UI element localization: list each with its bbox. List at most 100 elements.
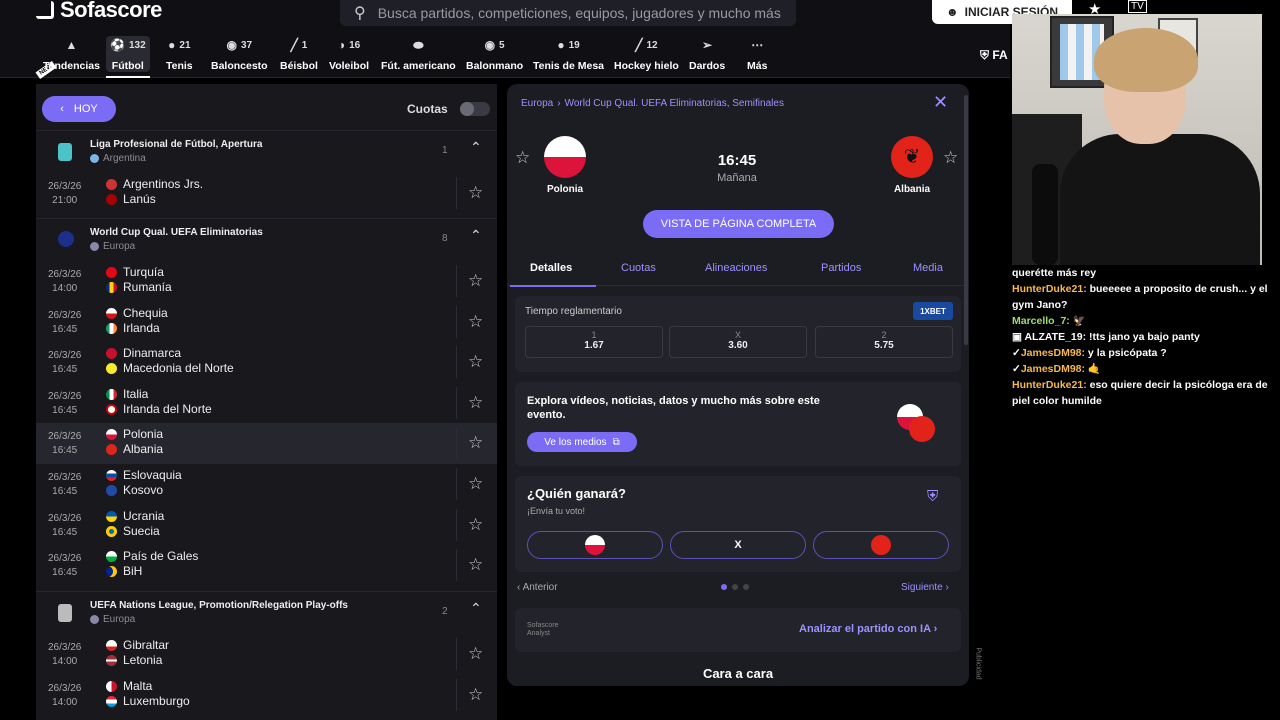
sport-dardos[interactable]: ➢ Dardos [689, 36, 725, 72]
odds-toggle-label: Cuotas [407, 102, 448, 116]
sport-hockey-hielo[interactable]: ╱ 12 Hockey hielo [614, 36, 679, 72]
pager-dot[interactable] [721, 584, 727, 590]
event-row[interactable]: 26/3/26 16:45 Ucrania Suecia ☆ [36, 505, 497, 546]
vote-home-button[interactable] [527, 531, 663, 559]
star-icon[interactable]: ☆ [468, 474, 483, 494]
albania-crest-icon[interactable]: ❦ [891, 136, 933, 178]
away-team: Rumanía [123, 280, 172, 294]
today-button[interactable]: ‹ HOY [42, 96, 116, 122]
star-icon[interactable]: ☆ [468, 644, 483, 664]
event-row[interactable]: 26/3/26 16:45 País de Gales BiH ☆ [36, 545, 497, 586]
event-row[interactable]: 26/3/26 16:45 Chequia Irlanda ☆ [36, 302, 497, 343]
odds-toggle[interactable] [460, 102, 490, 116]
team-crest-icon [106, 179, 117, 190]
vote-away-button[interactable] [813, 531, 949, 559]
odds-home[interactable]: 1 1.67 [525, 326, 663, 358]
next-button[interactable]: Siguiente › [901, 582, 949, 593]
pager-dot[interactable] [732, 584, 738, 590]
event-row[interactable]: 26/3/26 14:00 Gibraltar Letonia ☆ [36, 634, 497, 675]
full-page-button[interactable]: VISTA DE PÁGINA COMPLETA [643, 210, 834, 238]
sport-beisbol[interactable]: ╱ 1 Béisbol [280, 36, 318, 72]
sport-count: 21 [179, 39, 191, 51]
star-icon[interactable]: ☆ [468, 515, 483, 535]
tab-partidos[interactable]: Partidos [821, 262, 861, 274]
table-tennis-icon: ● [557, 38, 565, 52]
star-icon[interactable]: ☆ [515, 148, 530, 168]
chevron-up-icon[interactable]: ⌃ [470, 600, 482, 617]
chevron-up-icon[interactable]: ⌃ [470, 227, 482, 244]
league-country: Europa [90, 241, 135, 252]
event-row[interactable]: 26/3/26 14:00 Malta Luxemburgo ☆ [36, 675, 497, 716]
tab-alineaciones[interactable]: Alineaciones [705, 262, 767, 274]
sport-label: Béisbol [280, 60, 318, 72]
event-teams: Eslovaquia Kosovo [106, 468, 182, 498]
sport-balonmano[interactable]: ◉ 5 Balonmano [466, 36, 523, 72]
close-icon[interactable]: ✕ [933, 92, 948, 113]
away-team-name[interactable]: Albania [872, 184, 952, 195]
external-icon: ⧉ [612, 436, 620, 448]
pager-dots[interactable] [721, 584, 749, 590]
prev-button[interactable]: ‹ Anterior [517, 582, 558, 593]
breadcrumb-region[interactable]: Europa [521, 98, 553, 109]
sport-voleibol[interactable]: ◑ 16 Voleibol [329, 36, 369, 72]
poland-crest-icon[interactable] [544, 136, 586, 178]
pager-dot[interactable] [743, 584, 749, 590]
league-header[interactable]: UEFA Nations League, Promotion/Relegatio… [36, 592, 497, 634]
sport-tendencias[interactable]: ▲ Tendencias [43, 36, 100, 72]
event-date: 26/3/26 21:00 [48, 181, 82, 206]
event-row[interactable]: 26/3/26 16:45 Eslovaquia Kosovo ☆ [36, 464, 497, 505]
league-header[interactable]: Liga Profesional de Fútbol, Apertura Arg… [36, 131, 497, 173]
sport-futbol-americano[interactable]: ⬬ Fút. americano [381, 36, 456, 73]
breadcrumb-tournament[interactable]: World Cup Qual. UEFA Eliminatorias, Semi… [565, 98, 784, 109]
hockey-icon: ╱ [635, 38, 643, 52]
star-icon[interactable]: ☆ [468, 393, 483, 413]
search-input[interactable]: ⚲ Busca partidos, competiciones, equipos,… [340, 0, 796, 26]
league-argentina: Liga Profesional de Fútbol, Apertura Arg… [36, 130, 497, 214]
vote-draw-button[interactable]: X [670, 531, 806, 559]
head-to-head-title[interactable]: Cara a cara [507, 666, 969, 681]
match-time: 16:45 [717, 152, 757, 169]
star-icon[interactable]: ☆ [468, 271, 483, 291]
sport-mas[interactable]: ⋯ Más [747, 36, 767, 72]
sofascore-logo[interactable]: Sofascore [36, 0, 162, 23]
odds-away[interactable]: 2 5.75 [815, 326, 953, 358]
sport-label: Tenis [166, 60, 193, 72]
star-icon[interactable]: ☆ [468, 312, 483, 332]
media-button[interactable]: Ve los medios ⧉ [527, 432, 637, 452]
star-icon[interactable]: ☆ [943, 148, 958, 168]
event-row[interactable]: 26/3/26 16:45 Italia Irlanda del Norte ☆ [36, 383, 497, 424]
home-team-name[interactable]: Polonia [525, 184, 605, 195]
sport-futbol[interactable]: ⚽ 132 Fútbol [106, 36, 150, 78]
odds-draw[interactable]: X 3.60 [669, 326, 807, 358]
event-date: 26/3/26 14:00 [48, 269, 82, 294]
divider [456, 386, 457, 419]
next-label: Siguiente [901, 582, 943, 593]
event-row[interactable]: 26/3/26 21:00 Argentinos Jrs. Lanús ☆ [36, 173, 497, 214]
tab-media[interactable]: Media [913, 262, 943, 274]
panel-scrollbar[interactable] [964, 95, 968, 345]
star-icon[interactable]: ☆ [468, 352, 483, 372]
analyst-link[interactable]: Analizar el partido con IA › [799, 623, 937, 635]
favorites-link[interactable]: ⛨ FA [980, 48, 1008, 63]
poland-crest-icon [585, 535, 605, 555]
star-icon[interactable]: ☆ [468, 183, 483, 203]
star-icon[interactable]: ☆ [468, 555, 483, 575]
tv-icon[interactable]: TV [1128, 0, 1147, 13]
star-icon[interactable]: ☆ [468, 685, 483, 705]
tab-cuotas[interactable]: Cuotas [621, 262, 656, 274]
star-icon[interactable]: ☆ [468, 433, 483, 453]
event-row-selected[interactable]: 26/3/26 16:45 Polonia Albania ☆ [36, 423, 497, 464]
sport-baloncesto[interactable]: ◉ 37 Baloncesto [211, 36, 268, 72]
sport-tenis[interactable]: ● 21 Tenis [166, 36, 193, 72]
streamer-body [1060, 134, 1260, 265]
sport-tenis-de-mesa[interactable]: ● 19 Tenis de Mesa [533, 36, 604, 72]
prev-label: Anterior [522, 582, 558, 593]
bookmaker-logo[interactable]: 1XBET [913, 302, 953, 320]
tab-detalles[interactable]: Detalles [509, 262, 597, 287]
home-team: Gibraltar [123, 638, 170, 652]
chevron-up-icon[interactable]: ⌃ [470, 139, 482, 156]
league-header[interactable]: World Cup Qual. UEFA Eliminatorias Europ… [36, 219, 497, 261]
country-name: Europa [103, 241, 136, 252]
event-row[interactable]: 26/3/26 14:00 Turquía Rumanía ☆ [36, 261, 497, 302]
event-row[interactable]: 26/3/26 16:45 Dinamarca Macedonia del Norte… [36, 342, 497, 383]
